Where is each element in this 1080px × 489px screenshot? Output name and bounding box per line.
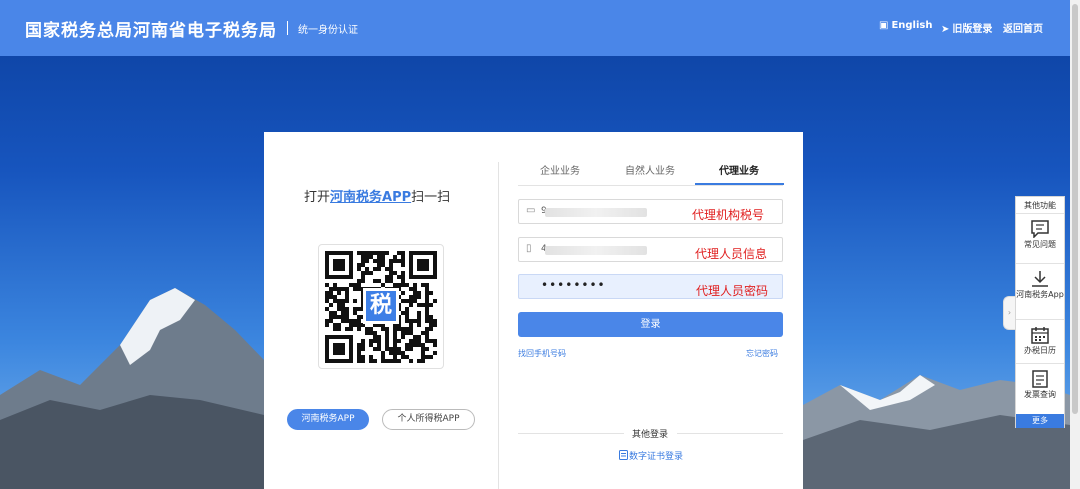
masked-value: [545, 208, 647, 217]
chat-icon: [1031, 220, 1049, 238]
old-login-link[interactable]: ➤ 旧版登录: [941, 20, 992, 35]
scan-instruction: 打开河南税务APP扫一扫: [304, 190, 451, 205]
flag-icon: ▣: [879, 20, 889, 31]
tab-agent[interactable]: 代理业务: [719, 162, 759, 177]
download-icon: [1032, 271, 1048, 287]
annotation-tax-id: 代理机构税号: [692, 208, 765, 222]
calendar-icon: [1031, 327, 1049, 344]
masked-value: [545, 246, 647, 255]
send-icon: ➤: [941, 24, 950, 35]
other-login-title: 其他登录: [632, 430, 669, 440]
side-item-invoice-query[interactable]: 发票查询: [1016, 363, 1064, 418]
side-item-app-download[interactable]: 河南税务App: [1016, 263, 1064, 318]
tabs-baseline: [518, 185, 783, 186]
phone-icon: ▯: [526, 243, 532, 254]
side-item-faq[interactable]: 常见问题: [1016, 213, 1064, 268]
side-function-panel: 其他功能 常见问题 河南税务App 办税日历 发票查询 更多: [1015, 196, 1065, 428]
scrollbar-thumb[interactable]: [1072, 4, 1078, 414]
site-title: 国家税务总局河南省电子税务局: [25, 21, 277, 41]
english-link[interactable]: ▣ English: [879, 20, 933, 31]
other-login-line-right: [677, 433, 783, 434]
personal-tax-app-button[interactable]: 个人所得税APP: [382, 409, 475, 430]
title-separator: [287, 21, 288, 35]
henan-tax-app-button[interactable]: 河南税务APP: [287, 409, 369, 430]
top-header: 国家税务总局河南省电子税务局 统一身份认证 ▣ English ➤ 旧版登录 返回首…: [0, 0, 1080, 56]
site-subtitle: 统一身份认证: [298, 25, 358, 36]
find-phone-link[interactable]: 找回手机号码: [518, 348, 566, 359]
annotation-agent-info: 代理人员信息: [695, 247, 768, 261]
login-card: 打开河南税务APP扫一扫 税 河南税务APP 个人所得税APP 企业业务 自然人…: [264, 132, 803, 489]
document-icon: [1032, 370, 1048, 388]
annotation-password: 代理人员密码: [696, 284, 769, 298]
tax-logo-icon: 税: [363, 288, 399, 324]
active-tab-indicator: [695, 183, 784, 185]
tab-individual[interactable]: 自然人业务: [625, 162, 675, 177]
tab-enterprise[interactable]: 企业业务: [540, 162, 580, 177]
qr-code: 税: [318, 244, 444, 369]
side-more-button[interactable]: 更多: [1016, 414, 1064, 428]
forgot-password-link[interactable]: 忘记密码: [746, 348, 778, 359]
app-name-highlight: 河南税务APP: [330, 190, 412, 205]
vertical-divider: [498, 162, 499, 489]
certificate-icon: [619, 450, 628, 460]
id-card-icon: ▭: [526, 205, 536, 216]
cert-login-link[interactable]: 数字证书登录: [619, 449, 683, 462]
home-link[interactable]: 返回首页: [1003, 20, 1043, 35]
other-login-line-left: [518, 433, 624, 434]
login-button[interactable]: 登录: [518, 312, 783, 337]
side-panel-title: 其他功能: [1024, 201, 1056, 210]
side-panel-toggle[interactable]: ›: [1003, 296, 1015, 330]
